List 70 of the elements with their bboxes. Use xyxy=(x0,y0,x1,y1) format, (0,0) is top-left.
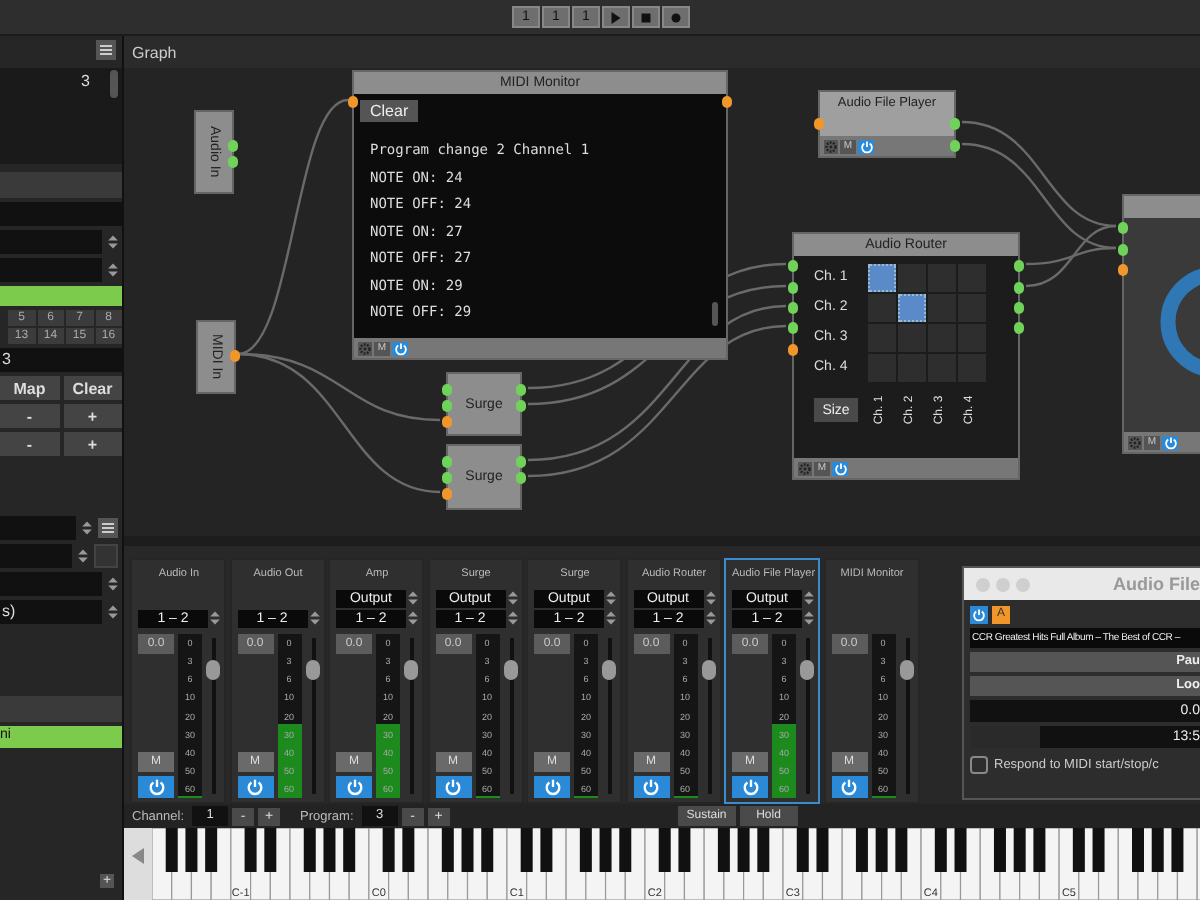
routing-cell[interactable] xyxy=(898,324,926,352)
fader-thumb[interactable] xyxy=(800,660,814,681)
volume-fader[interactable] xyxy=(305,634,319,798)
settings-icon[interactable] xyxy=(358,341,372,355)
routing-cell[interactable] xyxy=(928,294,956,322)
fader-thumb[interactable] xyxy=(305,660,319,681)
routing-cell[interactable] xyxy=(898,264,926,292)
node-header xyxy=(1124,196,1200,218)
increment-button[interactable]: + xyxy=(63,432,122,456)
settings-icon[interactable] xyxy=(1128,435,1142,449)
stepper-icon[interactable] xyxy=(108,262,118,278)
section-band xyxy=(0,696,122,722)
play-button[interactable] xyxy=(602,6,630,28)
scroll-left-icon[interactable] xyxy=(132,848,144,864)
scrollbar[interactable] xyxy=(712,302,718,326)
decrement-button[interactable]: - xyxy=(0,404,59,428)
record-button[interactable] xyxy=(662,6,690,28)
volume-fader[interactable] xyxy=(701,634,715,798)
fader-thumb[interactable] xyxy=(206,660,220,681)
connection-port[interactable] xyxy=(722,96,732,108)
scrollbar[interactable] xyxy=(110,70,118,98)
routing-cell[interactable] xyxy=(868,264,896,292)
increment-button[interactable]: + xyxy=(63,404,122,428)
routing-cell[interactable] xyxy=(928,264,956,292)
stepper-icon[interactable] xyxy=(108,576,118,592)
routing-cell[interactable] xyxy=(898,294,926,322)
panel-button[interactable]: Map xyxy=(0,376,59,400)
volume-fader[interactable] xyxy=(503,634,517,798)
stop-icon xyxy=(640,11,652,23)
fader-thumb[interactable] xyxy=(899,660,913,681)
window-title: Audio File xyxy=(1113,574,1200,594)
stepper-icon[interactable] xyxy=(108,234,118,250)
power-button[interactable] xyxy=(633,776,669,798)
checkbox[interactable] xyxy=(970,756,988,774)
volume-fader[interactable] xyxy=(602,634,616,798)
stop-button[interactable] xyxy=(632,6,660,28)
clear-button[interactable]: Clear xyxy=(360,100,419,122)
volume-fader[interactable] xyxy=(899,634,913,798)
routing-cell[interactable] xyxy=(928,324,956,352)
panel-title: Graph xyxy=(132,43,177,61)
section-band xyxy=(0,172,122,198)
value-field[interactable]: 3 xyxy=(0,348,122,372)
record-icon xyxy=(670,11,682,23)
connection-port[interactable] xyxy=(814,118,824,130)
fader-thumb[interactable] xyxy=(404,660,418,681)
decrement-button[interactable]: - xyxy=(0,432,59,456)
volume-fader[interactable] xyxy=(206,634,220,798)
select-field[interactable]: s) xyxy=(0,600,102,624)
settings-icon[interactable] xyxy=(824,139,838,153)
fader-thumb[interactable] xyxy=(701,660,715,681)
routing-cell[interactable] xyxy=(868,294,896,322)
stepper-icon[interactable] xyxy=(108,604,118,620)
fader-thumb[interactable] xyxy=(602,660,616,681)
settings-icon[interactable] xyxy=(798,461,812,475)
list-value: 3 xyxy=(81,72,90,90)
menu-icon[interactable] xyxy=(98,518,118,538)
power-button[interactable] xyxy=(435,776,471,798)
power-button[interactable] xyxy=(237,776,273,798)
play-icon xyxy=(610,11,622,23)
stepper-icon[interactable] xyxy=(78,548,88,564)
menu-icon[interactable] xyxy=(96,40,116,60)
volume-fader[interactable] xyxy=(800,634,814,798)
connection-port[interactable] xyxy=(348,96,358,108)
panel-button[interactable]: Clear xyxy=(63,376,122,400)
stepper-icon[interactable] xyxy=(82,520,92,536)
routing-cell[interactable] xyxy=(868,324,896,352)
connection-port[interactable] xyxy=(230,350,240,362)
fader-thumb[interactable] xyxy=(503,660,517,681)
volume-fader[interactable] xyxy=(404,634,418,798)
power-button[interactable] xyxy=(831,776,867,798)
